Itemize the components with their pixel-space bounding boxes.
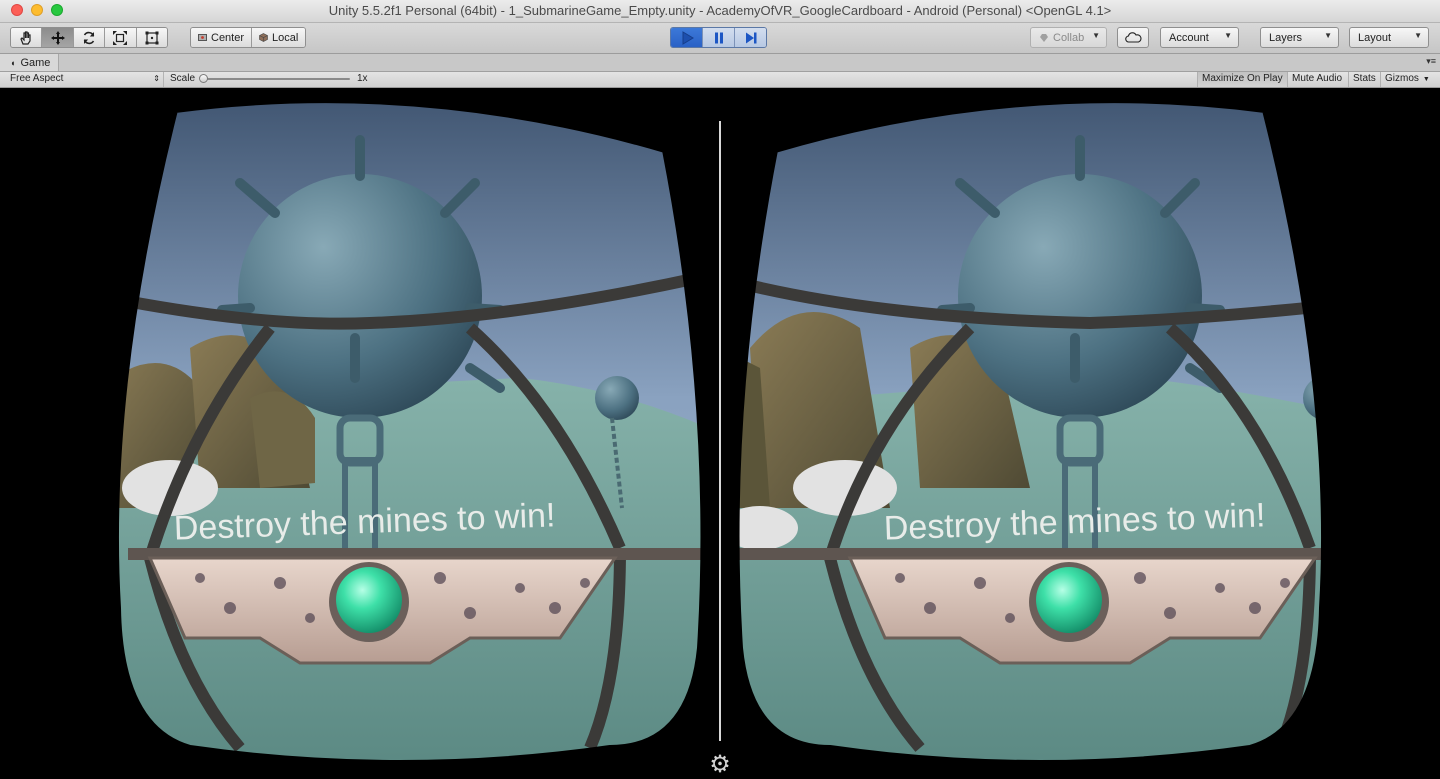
vr-divider-line [719,121,721,741]
pivot-rotation-button[interactable]: Local [252,28,306,47]
step-button[interactable] [735,28,766,47]
cloud-icon [1125,32,1142,43]
chevron-down-icon: ▼ [1414,31,1422,40]
scale-slider-track[interactable] [203,78,350,80]
layers-dropdown[interactable]: Layers ▼ [1260,27,1339,48]
window-title: Unity 5.5.2f1 Personal (64bit) - 1_Subma… [328,3,1112,18]
rotate-icon [83,31,95,44]
transform-tool-group [10,27,168,48]
chevron-down-icon: ▼ [1224,31,1232,40]
left-eye-view: Destroy the mines to win! [112,97,707,766]
pause-button[interactable] [703,28,735,47]
maximize-on-play-label: Maximize On Play [1202,73,1283,84]
move-icon [50,30,65,45]
pivot-toggle-group: Center Local [190,27,307,48]
game-tab[interactable]: ◖ Game [0,54,60,71]
window-title-bar: Unity 5.5.2f1 Personal (64bit) - 1_Subma… [0,0,1440,23]
rect-tool-button[interactable] [136,28,167,47]
scale-label: Scale [170,73,196,84]
game-tab-label: Game [20,56,51,69]
chevron-down-icon: ▼ [1324,31,1332,40]
scale-value: 1x [357,73,368,84]
hand-icon [20,30,31,45]
game-tab-row: ◖ Game ▾≡ [0,54,1440,72]
game-view-toolbar: Free Aspect ⇕ Scale 1x Maximize On Play … [0,72,1440,88]
stats-toggle[interactable]: Stats [1348,72,1380,87]
scale-slider-thumb[interactable] [199,74,208,83]
account-dropdown[interactable]: Account ▼ [1160,27,1239,48]
account-label: Account [1169,31,1209,44]
pause-icon [714,32,723,43]
mute-audio-toggle[interactable]: Mute Audio [1287,72,1346,87]
mute-audio-label: Mute Audio [1292,73,1343,84]
collab-icon [1040,33,1048,42]
layout-label: Layout [1358,31,1392,44]
game-viewport[interactable]: Destroy the mines to win! Destroy the mi… [0,88,1440,779]
main-toolbar: Center Local Collab ▼ Account ▼ Layers ▼… [0,23,1440,54]
gizmos-dropdown[interactable]: Gizmos ▼ [1380,72,1436,87]
gear-icon[interactable]: ⚙ [707,752,733,778]
scale-tool-button[interactable] [105,28,137,47]
move-tool-button[interactable] [42,28,74,47]
play-icon [682,30,694,45]
chevron-down-icon: ▼ [1092,31,1100,40]
play-button[interactable] [671,28,703,47]
pivot-mode-button[interactable]: Center [191,28,253,47]
rect-icon [145,31,159,44]
rotate-tool-button[interactable] [73,28,106,47]
pivot-mode-label: Center [211,31,245,44]
chevron-down-icon: ▼ [1422,76,1430,83]
step-icon [745,32,756,43]
maximize-on-play-toggle[interactable]: Maximize On Play [1197,72,1287,87]
cloud-button[interactable] [1117,27,1149,48]
pivot-local-icon [259,33,268,42]
collab-label: Collab [1053,31,1085,44]
pacman-game-icon: ◖ [10,57,16,68]
hand-tool-button[interactable] [11,28,43,47]
aspect-dropdown[interactable]: Free Aspect ⇕ [4,72,164,87]
layers-label: Layers [1269,31,1303,44]
aspect-label: Free Aspect [10,73,64,84]
pivot-center-icon [198,34,207,41]
right-eye-view: Destroy the mines to win! [733,97,1328,766]
updown-arrows-icon: ⇕ [153,74,160,83]
stats-label: Stats [1353,73,1376,84]
playmode-controls [670,27,767,48]
collab-dropdown[interactable]: Collab ▼ [1030,27,1107,48]
pivot-rotation-label: Local [272,31,299,44]
layout-dropdown[interactable]: Layout ▼ [1349,27,1429,48]
scale-icon [113,30,128,45]
gizmos-label: Gizmos [1385,73,1419,84]
tab-menu-icon[interactable]: ▾≡ [1426,56,1436,67]
